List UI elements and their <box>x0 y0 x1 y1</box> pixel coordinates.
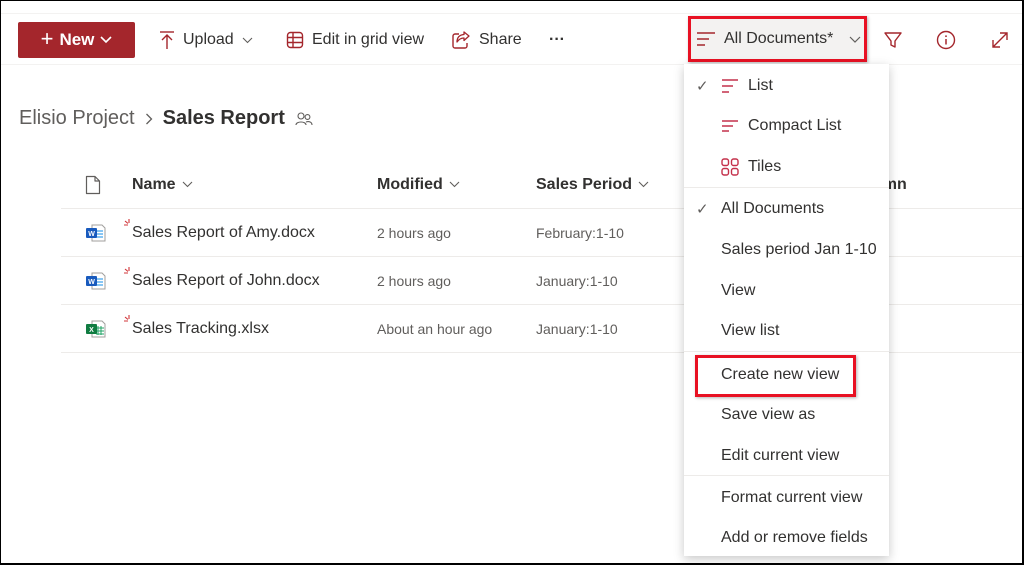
menu-item-compact-list-layout[interactable]: Compact List <box>684 106 889 146</box>
chevron-down-icon <box>242 37 253 43</box>
svg-text:W: W <box>88 279 95 286</box>
grid-icon <box>286 31 304 49</box>
view-switcher-button[interactable]: All Documents* <box>688 16 867 62</box>
excel-file-icon: X <box>85 305 109 352</box>
command-bar: + New Upload Edit in grid view Share ···… <box>1 13 1022 65</box>
menu-item-edit-current-view[interactable]: Edit current view <box>684 436 889 476</box>
filter-button[interactable] <box>881 28 905 52</box>
share-icon <box>452 31 470 49</box>
svg-text:W: W <box>88 231 95 238</box>
more-icon: ··· <box>549 31 565 48</box>
sales-period-column-header[interactable]: Sales Period <box>536 161 649 208</box>
view-options-menu: ✓ List Compact List Tiles ✓ All Document… <box>684 64 889 556</box>
expand-icon <box>992 32 1008 48</box>
menu-item-label: Tiles <box>748 158 782 175</box>
breadcrumb: Elisio Project Sales Report <box>19 107 313 130</box>
word-file-icon: W <box>85 257 109 304</box>
info-icon <box>936 30 956 50</box>
sales-period-value: January:1-10 <box>536 320 618 337</box>
menu-item-add-remove-fields[interactable]: Add or remove fields <box>684 518 889 558</box>
edit-grid-view-label: Edit in grid view <box>312 31 425 48</box>
sales-period-column-label: Sales Period <box>536 175 633 193</box>
view-switcher-label: All Documents* <box>724 30 834 47</box>
modified-value: 2 hours ago <box>377 272 451 289</box>
file-name-link[interactable]: Sales Report of John.docx <box>132 272 320 289</box>
list-icon <box>697 32 715 46</box>
more-actions-button[interactable]: ··· <box>549 22 565 58</box>
menu-item-label: All Documents <box>721 200 825 217</box>
menu-item-label: Edit current view <box>721 447 840 464</box>
new-button[interactable]: + New <box>18 22 135 58</box>
menu-item-label: Create new view <box>721 366 840 383</box>
menu-item-view-sales-period[interactable]: Sales period Jan 1-10 <box>684 230 889 270</box>
menu-item-label: View list <box>721 322 780 339</box>
people-icon[interactable] <box>295 111 313 127</box>
menu-item-create-new-view[interactable]: Create new view <box>684 355 889 395</box>
menu-item-view-all-documents[interactable]: ✓ All Documents <box>684 189 889 229</box>
plus-icon: + <box>40 26 54 51</box>
menu-item-tiles-layout[interactable]: Tiles <box>684 147 889 187</box>
menu-item-label: Save view as <box>721 406 816 423</box>
document-library-page: + New Upload Edit in grid view Share ···… <box>1 1 1022 563</box>
chevron-down-icon <box>100 36 112 44</box>
document-icon <box>85 175 101 194</box>
expand-button[interactable] <box>988 28 1012 52</box>
chevron-down-icon <box>638 181 649 188</box>
breadcrumb-current: Sales Report <box>162 107 285 129</box>
word-file-icon: W <box>85 209 109 256</box>
menu-item-view-view-list[interactable]: View list <box>684 311 889 351</box>
name-column-header[interactable]: Name <box>132 161 193 208</box>
sales-period-value: February:1-10 <box>536 224 624 241</box>
sales-period-value: January:1-10 <box>536 272 618 289</box>
chevron-down-icon <box>849 36 861 43</box>
modified-value: About an hour ago <box>377 320 493 337</box>
list-icon <box>721 77 739 95</box>
modified-column-label: Modified <box>377 175 443 193</box>
checkmark-icon: ✓ <box>696 201 709 218</box>
checkmark-icon: ✓ <box>696 78 709 95</box>
menu-item-label: List <box>748 77 773 94</box>
menu-item-label: Add or remove fields <box>721 529 868 546</box>
new-item-icon <box>124 314 130 322</box>
modified-column-header[interactable]: Modified <box>377 161 460 208</box>
edit-grid-view-button[interactable]: Edit in grid view <box>286 22 424 58</box>
new-item-icon <box>124 218 130 226</box>
share-label: Share <box>479 31 522 48</box>
file-name-link[interactable]: Sales Tracking.xlsx <box>132 320 269 337</box>
file-name-link[interactable]: Sales Report of Amy.docx <box>132 224 315 241</box>
new-item-icon <box>124 266 130 274</box>
upload-icon <box>160 31 174 49</box>
menu-divider <box>684 351 889 352</box>
compact-list-icon <box>721 117 739 135</box>
menu-divider <box>684 475 889 476</box>
chevron-right-icon <box>145 113 153 124</box>
filter-icon <box>884 32 902 48</box>
menu-item-view-view[interactable]: View <box>684 271 889 311</box>
upload-button[interactable]: Upload <box>159 22 253 58</box>
menu-item-save-view-as[interactable]: Save view as <box>684 395 889 435</box>
chevron-down-icon <box>182 181 192 188</box>
breadcrumb-parent-link[interactable]: Elisio Project <box>19 107 135 130</box>
upload-label: Upload <box>183 31 234 48</box>
chevron-down-icon <box>449 181 460 188</box>
menu-item-list-layout[interactable]: ✓ List <box>684 66 889 106</box>
name-column-label: Name <box>132 175 176 193</box>
modified-value: 2 hours ago <box>377 224 451 241</box>
new-button-label: New <box>59 30 95 49</box>
share-button[interactable]: Share <box>452 22 522 58</box>
menu-item-label: Sales period Jan 1-10 <box>721 241 877 258</box>
menu-item-label: Compact List <box>748 117 842 134</box>
menu-divider <box>684 187 889 188</box>
info-button[interactable] <box>934 28 958 52</box>
svg-text:X: X <box>89 327 94 334</box>
menu-item-label: View <box>721 282 756 299</box>
tiles-icon <box>721 158 739 176</box>
menu-item-format-current-view[interactable]: Format current view <box>684 478 889 518</box>
file-type-column-header[interactable] <box>85 161 109 208</box>
menu-item-label: Format current view <box>721 489 863 506</box>
